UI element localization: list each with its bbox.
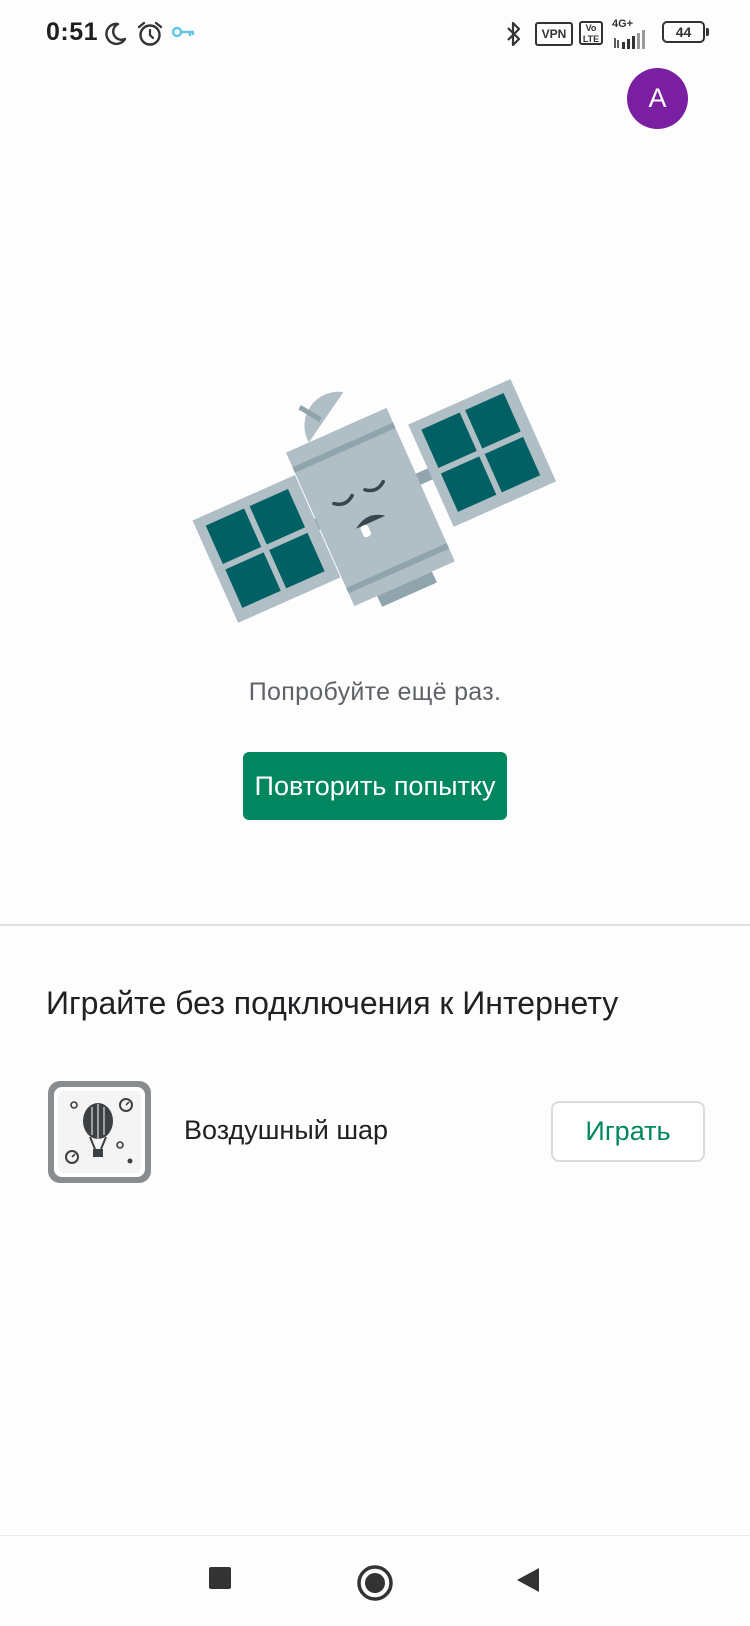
game-title: Воздушный шар <box>184 1115 389 1145</box>
volte-badge: Vo LTE <box>579 21 603 45</box>
vpn-badge: VPN <box>535 22 573 46</box>
alarm-icon <box>137 21 163 46</box>
home-button[interactable] <box>356 1564 394 1602</box>
play-button[interactable]: Играть <box>551 1101 705 1162</box>
status-time: 0:51 <box>46 18 99 46</box>
section-divider <box>0 924 750 926</box>
bluetooth-icon <box>507 21 521 47</box>
balloon-game-icon[interactable] <box>46 1079 153 1185</box>
battery-indicator: 44 <box>662 21 709 43</box>
offline-games-heading: Играйте без подключения к Интернету <box>46 985 619 1021</box>
retry-button[interactable]: Повторить попытку <box>243 752 507 820</box>
system-nav-bar <box>0 1535 750 1626</box>
error-message: Попробуйте ещё раз. <box>248 678 502 706</box>
recents-button[interactable] <box>208 1566 232 1590</box>
sleeping-satellite-illustration <box>192 379 557 623</box>
moon-icon <box>105 22 127 46</box>
vpn-key-icon <box>172 26 195 38</box>
back-button[interactable] <box>514 1566 542 1594</box>
avatar[interactable]: A <box>627 68 688 129</box>
status-bar: 0:51 VPN Vo LTE 4G+ 44 <box>0 0 750 66</box>
